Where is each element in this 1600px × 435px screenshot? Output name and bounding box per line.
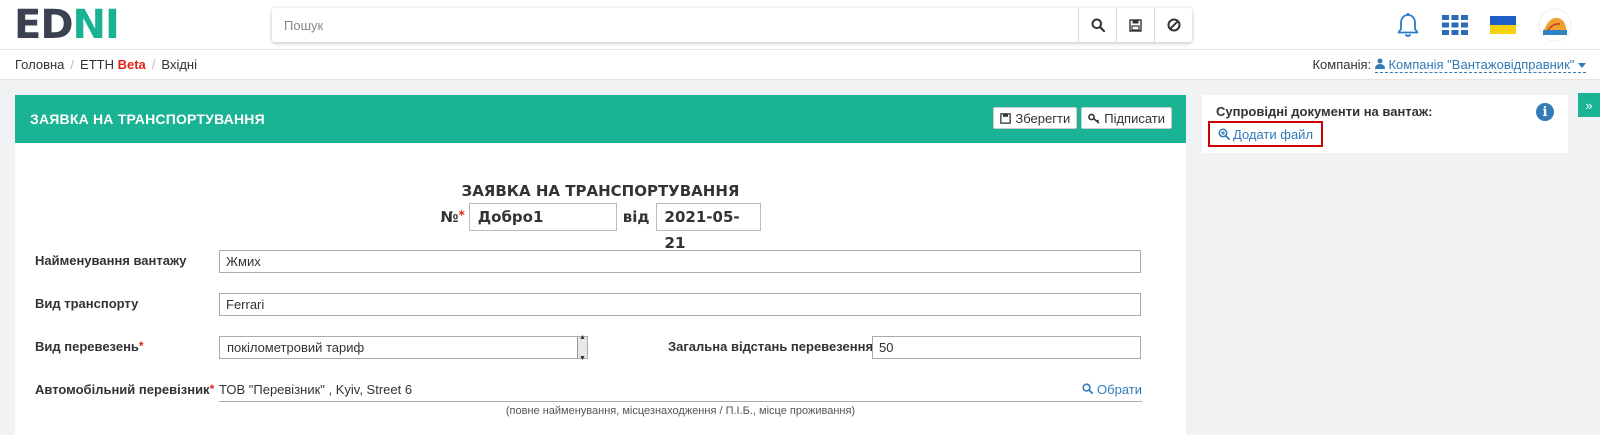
cargo-name-field[interactable]: Жмих <box>219 250 1141 273</box>
transport-request-panel: ЗАЯВКА НА ТРАНСПОРТУВАННЯ Зберегти Підпи… <box>15 95 1186 435</box>
carrier-label: Автомобільний перевізник* <box>35 382 215 397</box>
attachments-title: Супровідні документи на вантаж: <box>1216 104 1433 119</box>
save-label: Зберегти <box>1015 110 1071 126</box>
logo-text-dark: ED <box>14 2 74 48</box>
breadcrumb-section[interactable]: ЕТТН <box>80 57 114 72</box>
ban-icon <box>1167 18 1180 32</box>
dropdown-arrow-icon: ▲ ▼ <box>577 334 587 362</box>
carriage-type-value: покілометровий тариф <box>227 340 365 355</box>
transport-type-field[interactable]: Ferrari <box>219 293 1141 316</box>
add-file-label: Додати файл <box>1233 126 1314 142</box>
breadcrumb-current: Вхідні <box>161 57 197 72</box>
floppy-disk-icon <box>1000 112 1012 124</box>
document-number-field[interactable]: Добро1 <box>468 203 617 231</box>
company-value: Компанія "Вантажовідправник" <box>1388 57 1575 72</box>
info-icon[interactable]: i <box>1536 103 1554 121</box>
search-icon <box>1082 383 1094 395</box>
avatar-image <box>1538 8 1572 42</box>
required-marker: * <box>138 339 144 353</box>
choose-carrier-link[interactable]: Обрати <box>1082 379 1142 401</box>
carriage-type-label: Вид перевезень* <box>35 339 144 354</box>
breadcrumb-home[interactable]: Головна <box>15 57 64 72</box>
search-icon <box>1091 18 1105 32</box>
panel-title: ЗАЯВКА НА ТРАНСПОРТУВАННЯ <box>30 111 265 127</box>
breadcrumb-bar: Головна / ЕТТН Beta / Вхідні Компанія: Компа… <box>0 50 1600 80</box>
number-label: №* <box>440 208 465 226</box>
company-label: Компанія: <box>1312 57 1372 72</box>
avatar[interactable] <box>1538 8 1572 42</box>
panel-header: ЗАЯВКА НА ТРАНСПОРТУВАННЯ Зберегти Підпи… <box>15 95 1186 143</box>
attachments-panel: Супровідні документи на вантаж: i Додати… <box>1202 95 1568 153</box>
search-button[interactable] <box>1078 8 1116 42</box>
search-input[interactable] <box>272 8 1078 42</box>
floppy-disk-icon <box>1129 18 1142 32</box>
collapse-sidebar-button[interactable]: » <box>1578 93 1600 117</box>
carrier-field: ТОВ "Перевізник" , Kyiv, Street 6 Обрати <box>219 379 1142 402</box>
save-search-button[interactable] <box>1116 8 1154 42</box>
document-number-row: №* Добро1 від 2021-05-21 <box>15 203 1186 252</box>
top-icons <box>1396 8 1572 42</box>
carrier-value: ТОВ "Перевізник" , Kyiv, Street 6 <box>219 382 413 397</box>
distance-label: Загальна відстань перевезення <box>668 339 874 354</box>
ukraine-flag-icon[interactable] <box>1490 16 1516 34</box>
search-bar <box>272 8 1192 42</box>
transport-type-label: Вид транспорту <box>35 296 139 311</box>
add-file-button[interactable]: Додати файл <box>1208 121 1324 147</box>
user-icon <box>1374 58 1385 69</box>
required-marker: * <box>458 208 465 222</box>
edin-logo[interactable]: ED NI <box>14 2 120 48</box>
breadcrumb: Головна / ЕТТН Beta / Вхідні <box>15 57 197 72</box>
key-icon <box>1088 113 1100 124</box>
bell-icon[interactable] <box>1396 12 1420 38</box>
top-bar: ED NI <box>0 0 1600 50</box>
document-date-field[interactable]: 2021-05-21 <box>655 203 761 252</box>
carriage-type-select[interactable]: покілометровий тариф ▲ ▼ <box>219 334 588 362</box>
save-button[interactable]: Зберегти <box>993 107 1078 129</box>
sign-button[interactable]: Підписати <box>1081 107 1172 129</box>
carrier-hint: (повне найменування, місцезнаходження / … <box>505 405 856 417</box>
beta-badge: Beta <box>117 57 146 72</box>
clear-search-button[interactable] <box>1154 8 1192 42</box>
document-title: ЗАЯВКА НА ТРАНСПОРТУВАННЯ <box>461 182 740 200</box>
zoom-in-icon <box>1218 128 1230 140</box>
distance-field[interactable]: 50 <box>872 336 1141 359</box>
company-dropdown[interactable]: Компанія "Вантажовідправник" <box>1374 57 1586 73</box>
panel-actions: Зберегти Підписати <box>993 107 1172 129</box>
sign-label: Підписати <box>1104 110 1165 126</box>
required-marker: * <box>209 382 215 396</box>
caret-down-icon <box>1578 63 1586 68</box>
logo-text-green: NI <box>72 2 120 48</box>
cargo-name-label: Найменування вантажу <box>35 253 187 268</box>
company-selector: Компанія: Компанія "Вантажовідправник" <box>1312 57 1586 73</box>
choose-carrier-label: Обрати <box>1097 382 1142 397</box>
date-label: від <box>622 208 650 226</box>
apps-grid-icon[interactable] <box>1442 15 1468 35</box>
